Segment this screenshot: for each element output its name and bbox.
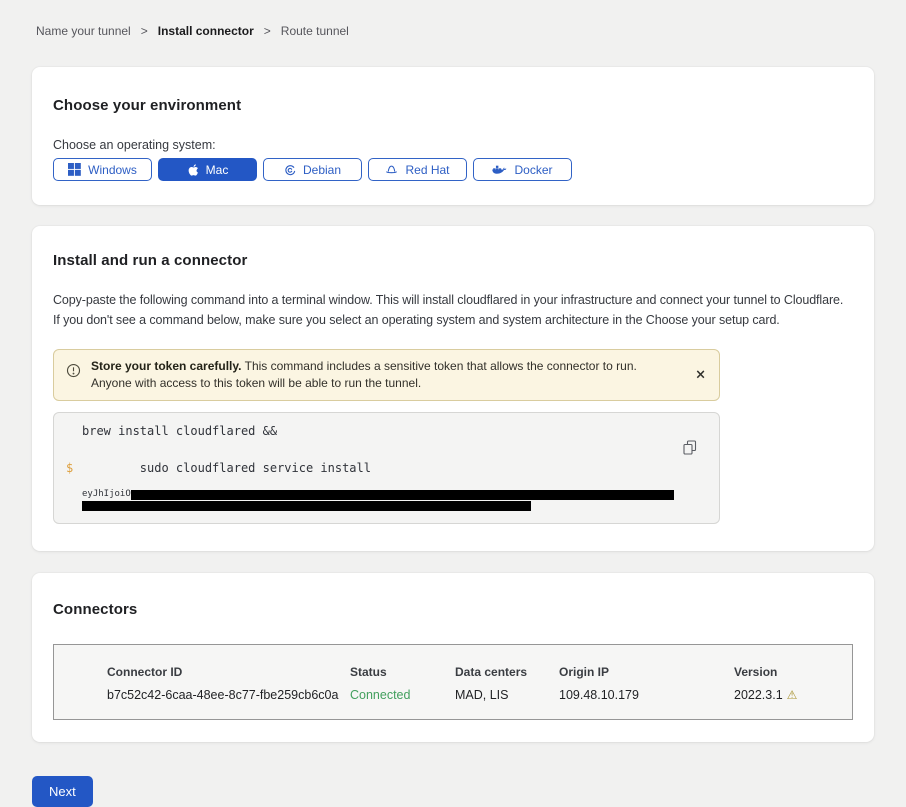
connectors-card-title: Connectors [53, 601, 853, 618]
token-warning-text: Store your token carefully. This command… [91, 358, 676, 392]
header-status: Status [350, 665, 455, 679]
windows-icon [68, 163, 81, 176]
os-button-docker[interactable]: Docker [473, 158, 572, 181]
install-command-code-block: brew install cloudflared && $sudo cloudf… [53, 412, 720, 524]
environment-card: Choose your environment Choose an operat… [32, 67, 874, 205]
header-origin-ip: Origin IP [559, 665, 734, 679]
version-value: 2022.3.1 ⚠ [734, 688, 852, 702]
alert-circle-icon [66, 363, 81, 383]
header-data-centers: Data centers [455, 665, 559, 679]
code-line-sudo: $sudo cloudflared service install [82, 447, 699, 489]
token-prefix: eyJhIjoiO [82, 489, 131, 500]
os-button-label: Red Hat [405, 163, 449, 177]
origin-ip-value: 109.48.10.179 [559, 688, 734, 702]
os-button-mac[interactable]: Mac [158, 158, 257, 181]
breadcrumb-step-install-connector[interactable]: Install connector [158, 24, 254, 38]
data-centers-value: MAD, LIS [455, 688, 559, 702]
connectors-table: Connector ID Status Data centers Origin … [53, 644, 853, 720]
connectors-table-header: Connector ID Status Data centers Origin … [107, 665, 852, 679]
os-button-windows[interactable]: Windows [53, 158, 152, 181]
docker-icon [492, 164, 507, 176]
debian-icon [284, 164, 296, 176]
redaction-bar [131, 490, 674, 500]
os-button-label: Mac [206, 163, 229, 177]
os-button-label: Docker [514, 163, 552, 177]
redaction-bar [82, 501, 531, 511]
header-version: Version [734, 665, 852, 679]
os-button-label: Windows [88, 163, 137, 177]
os-select-label: Choose an operating system: [53, 138, 853, 152]
close-icon[interactable]: × [695, 369, 706, 382]
code-line-sudo-text: sudo cloudflared service install [140, 461, 371, 475]
token-warning-bold: Store your token carefully. [91, 359, 242, 373]
install-card-title: Install and run a connector [53, 252, 853, 269]
copy-icon[interactable] [681, 438, 699, 460]
token-line: eyJhIjoiO [82, 489, 699, 500]
warning-triangle-icon: ⚠ [787, 688, 798, 702]
breadcrumb-step-route-tunnel[interactable]: Route tunnel [281, 24, 349, 38]
version-number: 2022.3.1 [734, 688, 783, 702]
breadcrumb-step-name-your-tunnel[interactable]: Name your tunnel [36, 24, 131, 38]
install-card-description: Copy-paste the following command into a … [53, 290, 848, 330]
breadcrumb: Name your tunnel > Install connector > R… [32, 0, 874, 38]
apple-icon [187, 163, 199, 177]
install-connector-card: Install and run a connector Copy-paste t… [32, 226, 874, 551]
os-button-redhat[interactable]: Red Hat [368, 158, 467, 181]
header-connector-id: Connector ID [107, 665, 350, 679]
breadcrumb-separator: > [264, 24, 271, 38]
os-button-group: Windows Mac Debian [53, 158, 853, 181]
next-button[interactable]: Next [32, 776, 93, 807]
terminal-prompt: $ [66, 461, 73, 475]
connectors-card: Connectors Connector ID Status Data cent… [32, 573, 874, 742]
code-line-brew: brew install cloudflared && [82, 424, 699, 438]
os-button-debian[interactable]: Debian [263, 158, 362, 181]
connector-id-value: b7c52c42-6caa-48ee-8c77-fbe259cb6c0a [107, 688, 350, 702]
token-warning-banner: Store your token carefully. This command… [53, 349, 720, 401]
breadcrumb-separator: > [141, 24, 148, 38]
tunnel-setup-page: Name your tunnel > Install connector > R… [0, 0, 906, 807]
status-badge: Connected [350, 688, 455, 702]
redhat-icon [385, 163, 398, 176]
table-row: b7c52c42-6caa-48ee-8c77-fbe259cb6c0a Con… [107, 688, 852, 702]
os-button-label: Debian [303, 163, 341, 177]
environment-card-title: Choose your environment [53, 97, 853, 114]
